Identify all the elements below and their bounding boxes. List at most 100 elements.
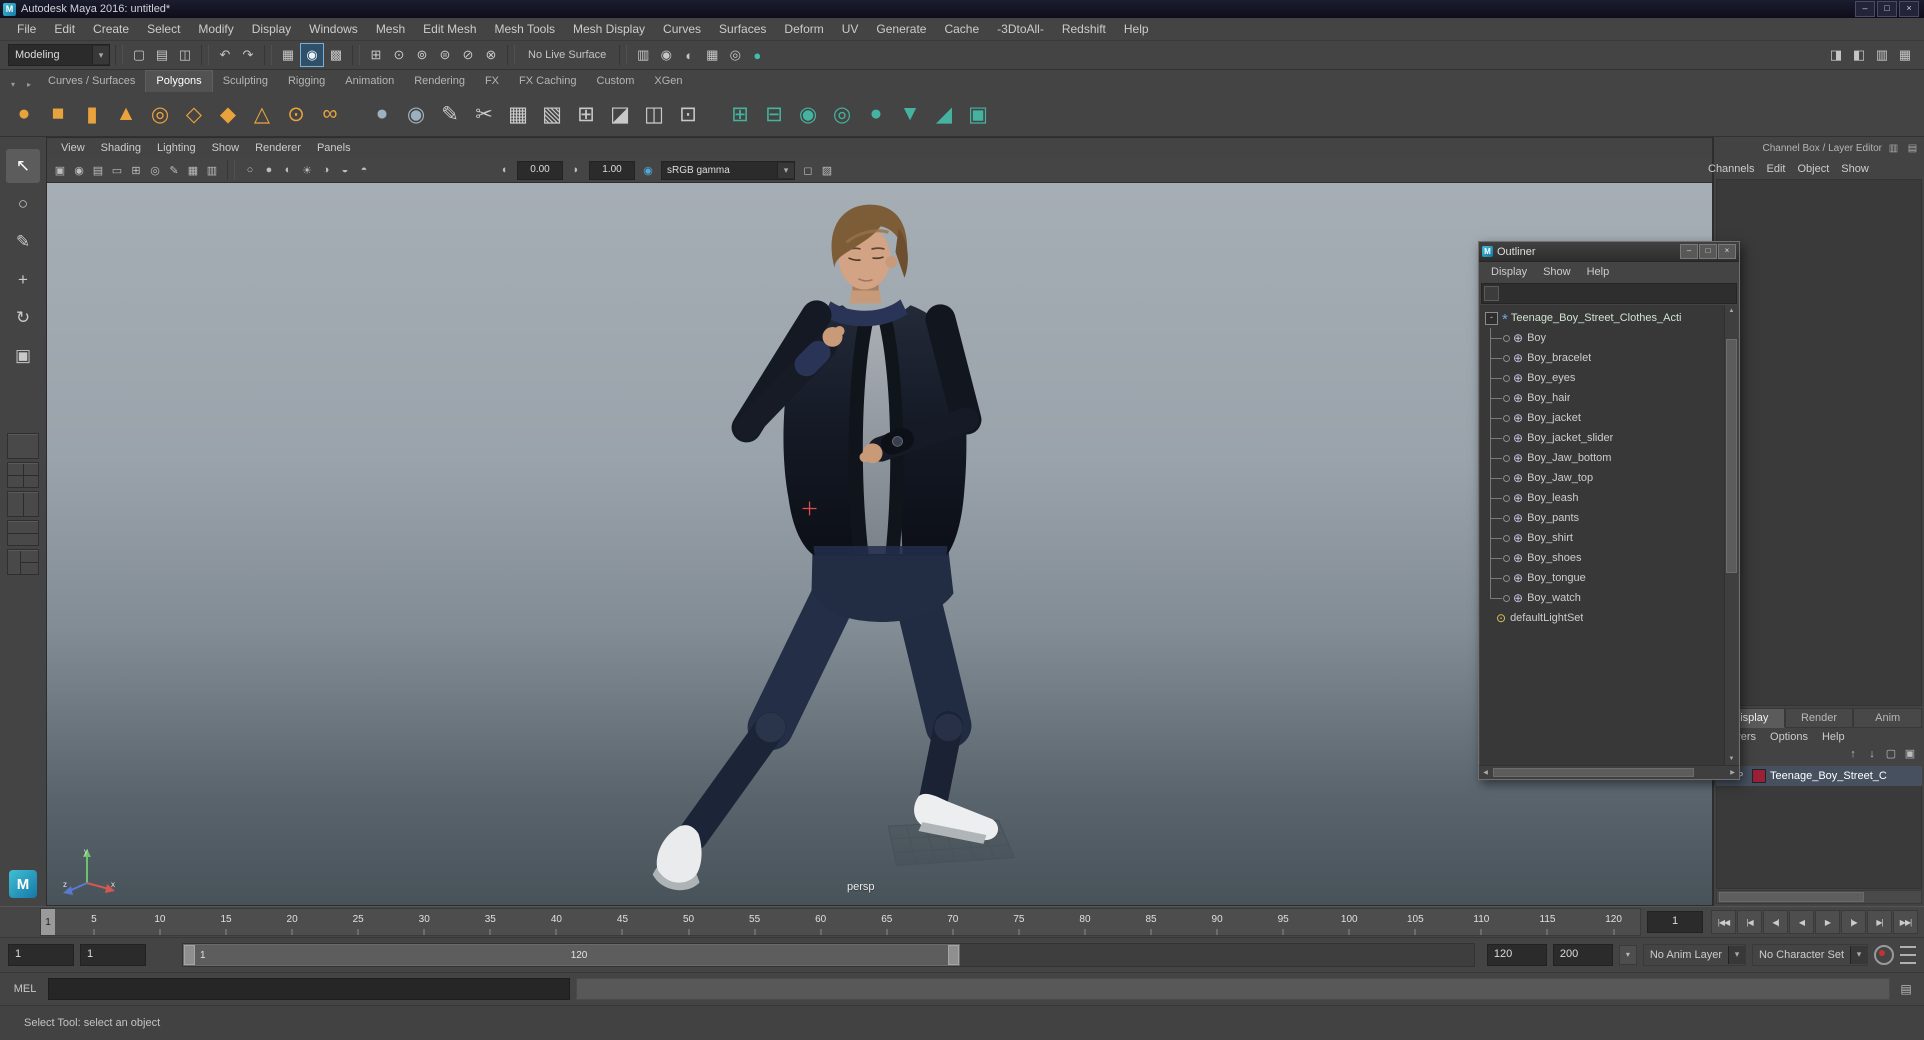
- viewport-menu-shading[interactable]: Shading: [93, 138, 149, 158]
- range-slider-range[interactable]: 1 120: [183, 944, 960, 966]
- toggle-channel-box-icon[interactable]: ▥: [1871, 44, 1893, 66]
- scrollbar-thumb[interactable]: [1493, 768, 1694, 777]
- step-forward-frame-button[interactable]: |▶: [1841, 910, 1866, 934]
- colorspace-select[interactable]: sRGB gamma ▾: [661, 160, 795, 180]
- lasso-tool[interactable]: ○: [6, 187, 40, 221]
- outliner-node-boy-watch[interactable]: ⊕ Boy_watch: [1480, 588, 1738, 608]
- color-management-icon[interactable]: ◉: [639, 161, 657, 179]
- select-object-type-icon[interactable]: ◉: [300, 43, 324, 67]
- bridge-icon[interactable]: ◫: [638, 98, 670, 130]
- poly-sphere-icon[interactable]: ●: [8, 98, 40, 130]
- bevel-icon[interactable]: ◪: [604, 98, 636, 130]
- step-forward-key-button[interactable]: ▶|: [1867, 910, 1892, 934]
- viewport-menu-renderer[interactable]: Renderer: [247, 138, 309, 158]
- poly-helix-icon[interactable]: ∞: [314, 98, 346, 130]
- xray-icon[interactable]: ▨: [818, 161, 836, 179]
- undo-icon[interactable]: ↶: [214, 44, 236, 66]
- boolean-union-icon[interactable]: ◉: [792, 98, 824, 130]
- menu-curves[interactable]: Curves: [654, 18, 710, 40]
- minimize-button[interactable]: –: [1855, 1, 1875, 17]
- menu-redshift[interactable]: Redshift: [1053, 18, 1115, 40]
- scroll-down-icon[interactable]: ▼: [1725, 754, 1738, 764]
- outliner-node-boy-leash[interactable]: ⊕ Boy_leash: [1480, 488, 1738, 508]
- poly-cylinder-icon[interactable]: ▮: [76, 98, 108, 130]
- outliner-node-boy-tongue[interactable]: ⊕ Boy_tongue: [1480, 568, 1738, 588]
- scroll-right-icon[interactable]: ▶: [1726, 769, 1739, 776]
- snap-view-plane-icon[interactable]: ⊘: [457, 44, 479, 66]
- outliner-node-boy-pants[interactable]: ⊕ Boy_pants: [1480, 508, 1738, 528]
- viewport-menu-lighting[interactable]: Lighting: [149, 138, 204, 158]
- layer-menu-options[interactable]: Options: [1763, 728, 1815, 746]
- four-pane-layout[interactable]: [7, 462, 39, 488]
- snap-to-grid-icon[interactable]: ⊞: [365, 44, 387, 66]
- shelf-tab-xgen[interactable]: XGen: [644, 71, 692, 92]
- redshift-render-icon[interactable]: ●: [746, 44, 768, 66]
- character-set-select[interactable]: No Character Set ▾: [1752, 944, 1868, 966]
- scrollbar-thumb[interactable]: [1726, 339, 1737, 573]
- paint-select-tool[interactable]: ✎: [6, 225, 40, 259]
- oversampling-icon[interactable]: ◎: [146, 161, 164, 179]
- layer-list-empty-area[interactable]: [1716, 786, 1922, 889]
- outliner-menu-help[interactable]: Help: [1579, 262, 1618, 282]
- menu-uv[interactable]: UV: [833, 18, 868, 40]
- move-layer-up-icon[interactable]: ↑: [1845, 746, 1861, 762]
- redo-icon[interactable]: ↷: [237, 44, 259, 66]
- shelf-item-menu-icon[interactable]: ▸: [22, 78, 36, 92]
- poly-disc-icon[interactable]: ◆: [212, 98, 244, 130]
- select-hierarchy-icon[interactable]: ▦: [277, 44, 299, 66]
- offset-edge-loop-icon[interactable]: ▧: [536, 98, 568, 130]
- move-tool[interactable]: +: [6, 263, 40, 297]
- shaded-icon[interactable]: ●: [260, 161, 278, 179]
- outliner-node-root[interactable]: - * Teenage_Boy_Street_Clothes_Acti: [1480, 308, 1738, 328]
- use-all-lights-icon[interactable]: ☀: [298, 161, 316, 179]
- toggle-modeling-toolkit-icon[interactable]: ▦: [1894, 44, 1916, 66]
- open-scene-icon[interactable]: ▤: [151, 44, 173, 66]
- menu-file[interactable]: File: [8, 18, 45, 40]
- outliner-node-boy-hair[interactable]: ⊕ Boy_hair: [1480, 388, 1738, 408]
- render-settings-icon[interactable]: ▦: [701, 44, 723, 66]
- shelf-tab-animation[interactable]: Animation: [335, 71, 404, 92]
- grease-pencil-icon[interactable]: ✎: [165, 161, 183, 179]
- outliner-node-boy-jacket-slider[interactable]: ⊕ Boy_jacket_slider: [1480, 428, 1738, 448]
- outliner-menu-show[interactable]: Show: [1535, 262, 1579, 282]
- shelf-tab-fx-caching[interactable]: FX Caching: [509, 71, 586, 92]
- extrude-icon[interactable]: ⊡: [672, 98, 704, 130]
- command-language-toggle[interactable]: MEL: [8, 983, 42, 995]
- menu-mesh[interactable]: Mesh: [367, 18, 414, 40]
- camera-attributes-icon[interactable]: ◉: [70, 161, 88, 179]
- shelf-tab-polygons[interactable]: Polygons: [145, 70, 213, 92]
- current-time-indicator[interactable]: 1: [41, 909, 55, 935]
- render-view-icon[interactable]: ▥: [632, 44, 654, 66]
- reduce-icon[interactable]: ▼: [894, 98, 926, 130]
- maximize-button[interactable]: □: [1877, 1, 1897, 17]
- shelf-tab-rendering[interactable]: Rendering: [404, 71, 475, 92]
- wireframe-icon[interactable]: ○: [241, 161, 259, 179]
- menu-select[interactable]: Select: [138, 18, 189, 40]
- poly-pipe-icon[interactable]: ⊙: [280, 98, 312, 130]
- outliner-horizontal-scrollbar[interactable]: ◀ ▶: [1479, 765, 1739, 779]
- snap-projected-center-icon[interactable]: ⊜: [434, 44, 456, 66]
- scale-tool[interactable]: ▣: [6, 339, 40, 373]
- viewport-menu-view[interactable]: View: [53, 138, 93, 158]
- quadrangulate-icon[interactable]: ▣: [962, 98, 994, 130]
- snap-to-point-icon[interactable]: ⊚: [411, 44, 433, 66]
- exposure-field[interactable]: 0.00: [517, 160, 563, 180]
- layer-editor-scrollbar[interactable]: [1716, 890, 1922, 904]
- scroll-left-icon[interactable]: ◀: [1479, 769, 1492, 776]
- channel-box-menu-channels[interactable]: Channels: [1702, 159, 1760, 179]
- menu-deform[interactable]: Deform: [775, 18, 832, 40]
- channel-box-dock-icon[interactable]: ▥: [1886, 141, 1901, 156]
- ipr-render-icon[interactable]: ◐: [678, 44, 700, 66]
- menu-display[interactable]: Display: [243, 18, 300, 40]
- outliner-filter-field[interactable]: [1481, 283, 1737, 304]
- channel-box-body[interactable]: [1716, 179, 1922, 706]
- scroll-up-icon[interactable]: ▲: [1725, 306, 1738, 316]
- outliner-menu-display[interactable]: Display: [1483, 262, 1535, 282]
- outliner-node-defaultlightset[interactable]: ⊙ defaultLightSet: [1480, 608, 1738, 628]
- screen-space-ao-icon[interactable]: ◒: [336, 161, 354, 179]
- layer-menu-help[interactable]: Help: [1815, 728, 1852, 746]
- outliner-node-boy-shirt[interactable]: ⊕ Boy_shirt: [1480, 528, 1738, 548]
- playback-speed-menu-button[interactable]: ▾: [1618, 945, 1637, 965]
- menu-3dtoall[interactable]: -3DtoAll-: [988, 18, 1053, 40]
- grid-toggle-icon[interactable]: ▦: [184, 161, 202, 179]
